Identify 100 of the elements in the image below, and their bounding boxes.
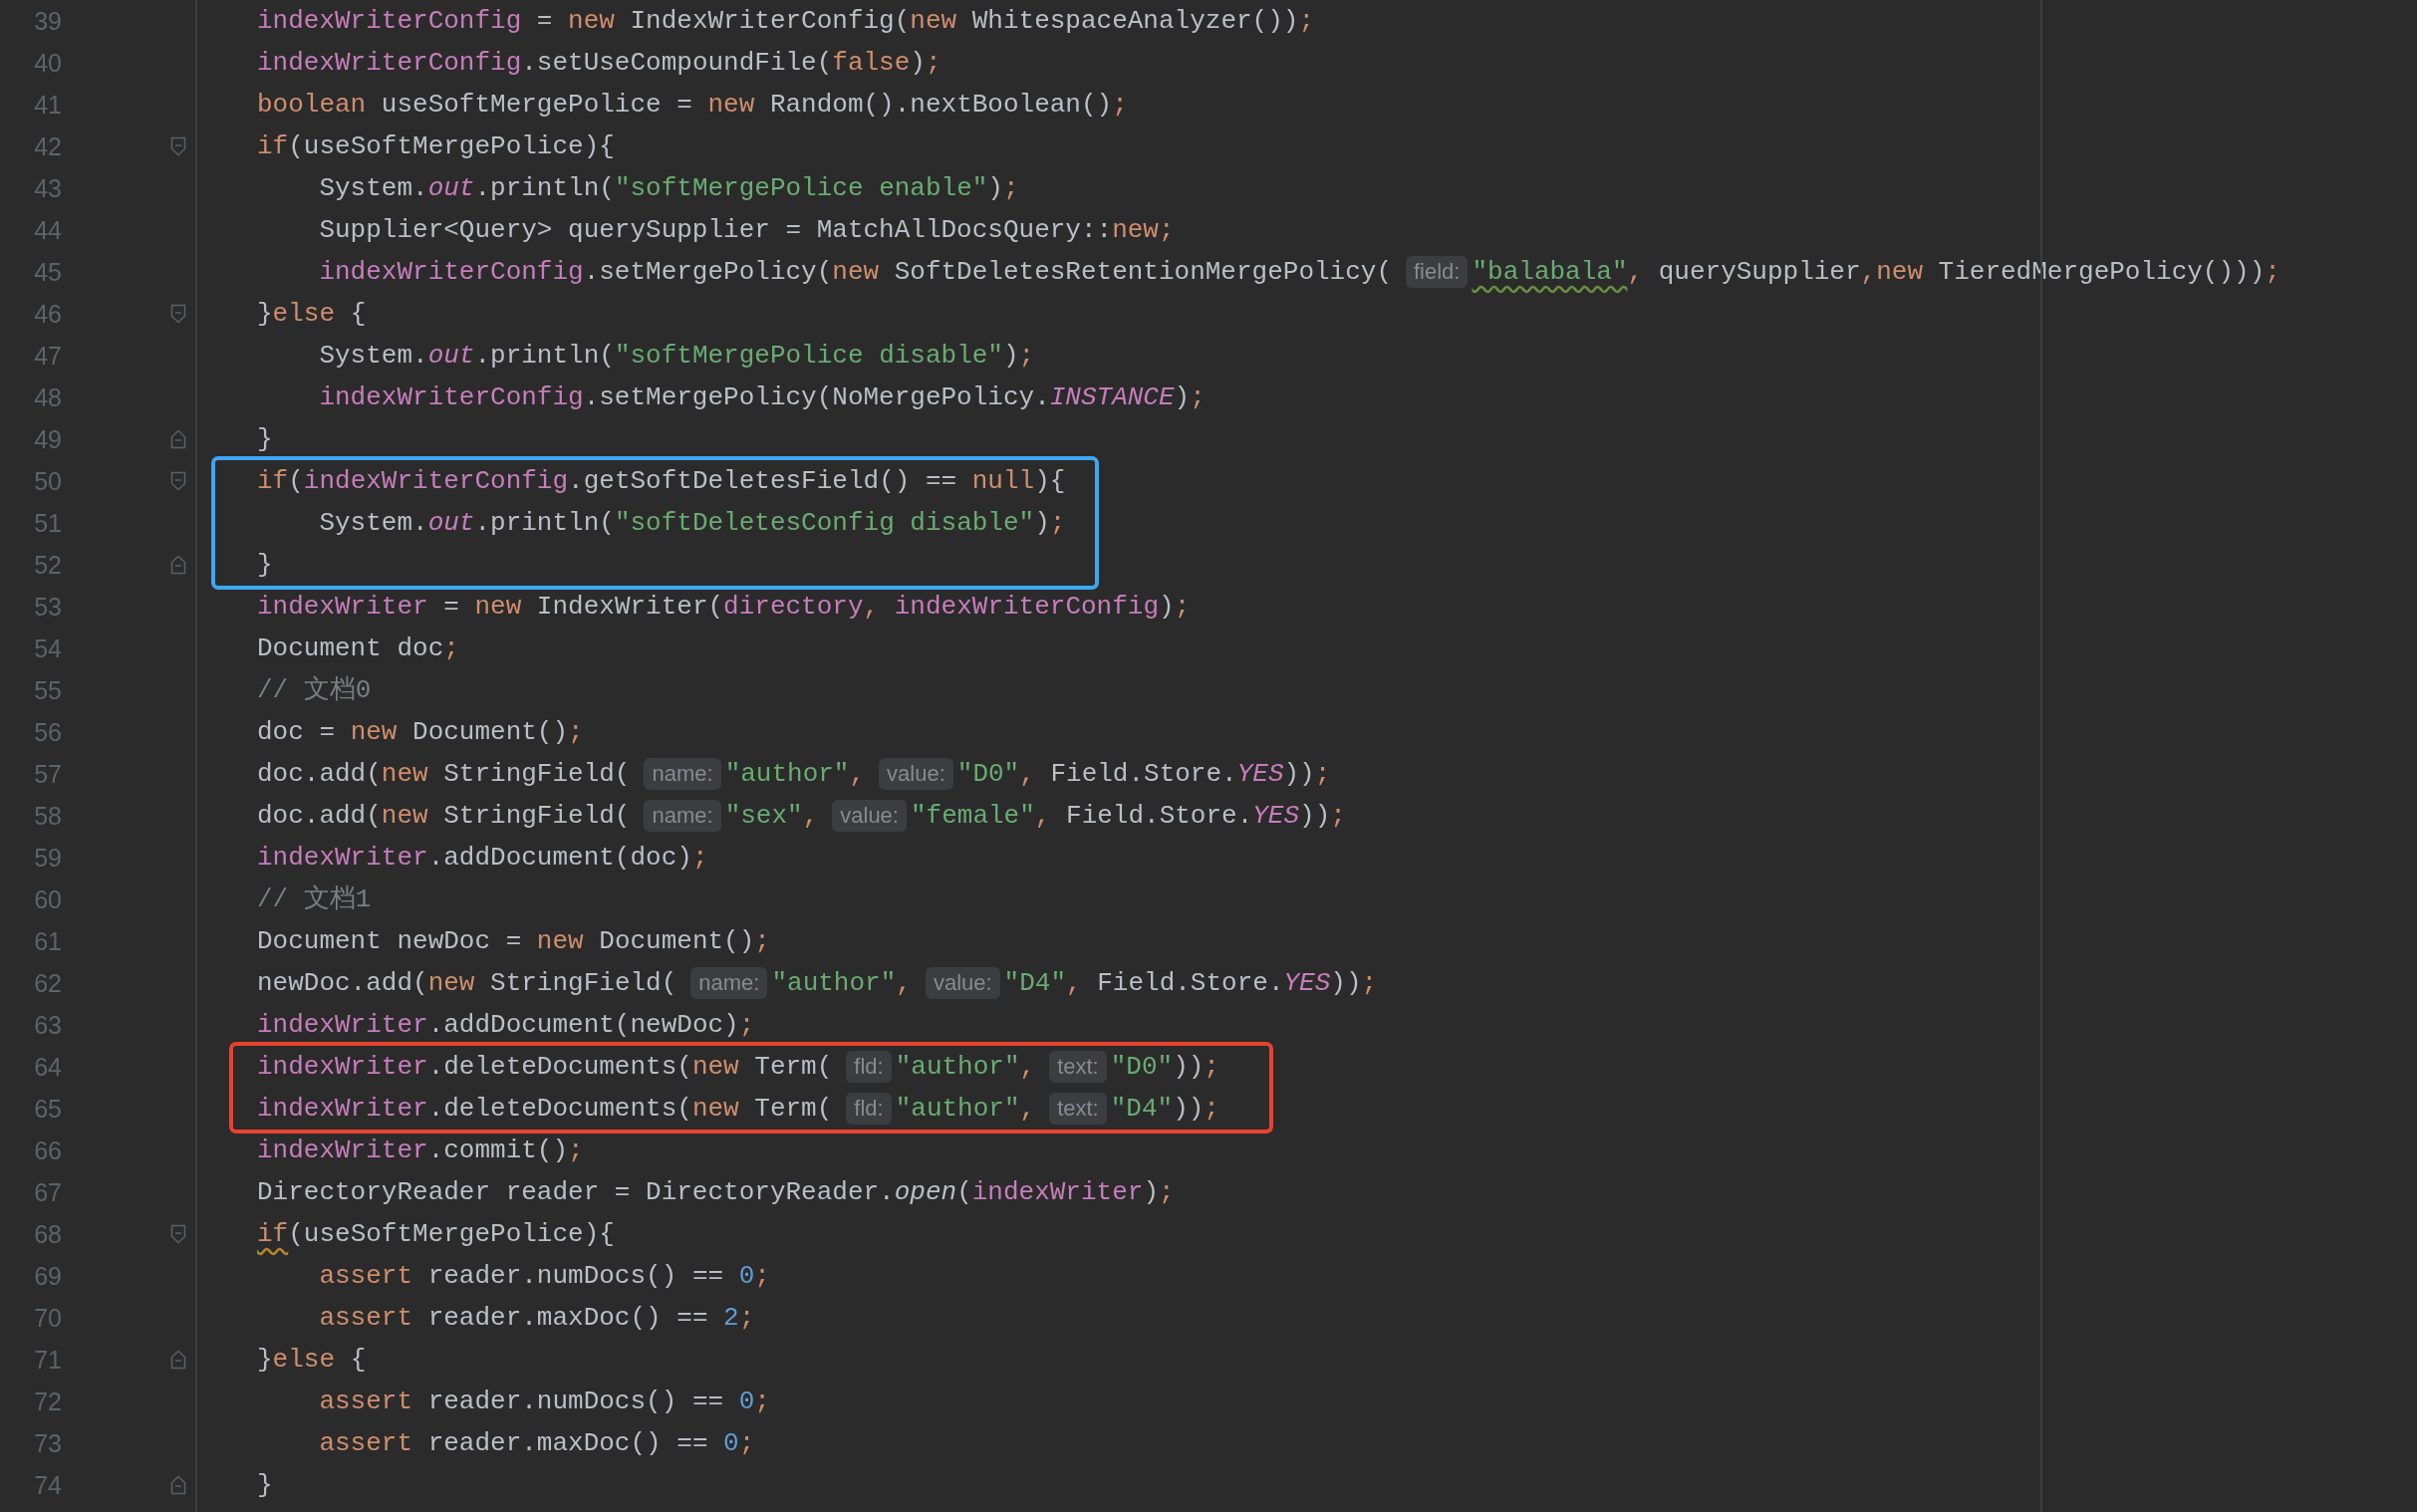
line-number: 53 [33,592,62,622]
line-number: 63 [33,1010,62,1040]
inlay-hint: name: [644,800,721,832]
code-line: }else { [257,1344,367,1377]
code-text: indexWriter.deleteDocuments(new Term( [257,1051,833,1084]
line-number: 73 [33,1428,62,1458]
line-number: 56 [33,717,62,747]
line-number: 70 [33,1303,62,1333]
line-number: 48 [33,382,62,412]
line-number: 69 [33,1261,62,1291]
code-text: "author", [895,1093,1036,1126]
code-line: indexWriterConfig.setUseCompoundFile(false); [257,47,941,80]
code-line: System.out.println("softMergePolice enable"); [318,172,1019,205]
code-line: System.out.println("softDeletesConfig disable"); [318,507,1066,540]
code-line: assert reader.maxDoc() == 2; [318,1302,755,1335]
inlay-hint: text: [1049,1093,1107,1125]
line-number: 55 [33,675,62,705]
code-text: "D0", Field.Store.YES)); [956,758,1331,791]
code-text: "author", [724,758,866,791]
code-line: // 文档1 [257,883,372,916]
line-number: 39 [33,6,62,36]
code-text: indexWriter.deleteDocuments(new Term( [257,1093,833,1126]
code-line: // 文档0 [257,674,372,707]
code-line: System.out.println("softMergePolice disable"); [318,340,1035,373]
code-line: if(indexWriterConfig.getSoftDeletesField() == null){ [257,465,1066,498]
line-number: 54 [33,633,62,663]
line-number: 72 [33,1386,62,1416]
code-line: indexWriterConfig.setMergePolicy(NoMergePolicy.INSTANCE); [318,381,1206,414]
code-line: doc = new Document(); [257,716,584,749]
line-number: 49 [33,424,62,454]
line-number: 41 [33,90,62,120]
code-line: if(useSoftMergePolice){ [257,1218,615,1251]
line-number: 64 [33,1052,62,1082]
inlay-hint: name: [690,967,768,999]
inlay-hint: fld: [846,1093,892,1125]
code-text: "D0")); [1110,1051,1219,1084]
inlay-hint: value: [925,967,1000,999]
code-text: "female", Field.Store.YES)); [911,800,1346,833]
line-number: 74 [33,1470,62,1500]
inlay-hint: field: [1406,256,1469,288]
code-line: boolean useSoftMergePolice = new Random().nextBoolean(); [257,89,1128,122]
fold-marker-icon[interactable] [170,1350,186,1370]
fold-marker-icon[interactable] [170,1224,186,1244]
line-number: 59 [33,843,62,873]
code-line: assert reader.numDocs() == 0; [318,1260,770,1293]
line-number: 58 [33,801,62,831]
line-number: 50 [33,466,62,496]
code-line: indexWriter = new IndexWriter(directory, indexWriterConfig); [257,591,1191,624]
line-number: 44 [33,215,62,245]
inlay-hint: fld: [846,1051,892,1083]
code-line: DirectoryReader reader = DirectoryReader.open(indexWriter); [257,1176,1175,1209]
code-text: "balabala", querySupplier,new TieredMergePolicy())); [1472,256,2281,289]
fold-marker-icon[interactable] [170,1475,186,1495]
code-line: } [257,423,273,456]
code-line: Supplier<Query> querySupplier = MatchAllDocsQuery::new; [318,214,1175,247]
code-line: indexWriterConfig = new IndexWriterConfig(new WhitespaceAnalyzer()); [257,5,1314,38]
code-line: indexWriter.commit(); [257,1134,584,1167]
line-number: 60 [33,884,62,914]
code-text: "D4", Field.Store.YES)); [1003,967,1378,1000]
code-line: indexWriter.addDocument(doc); [257,842,708,875]
line-number: 57 [33,759,62,789]
line-number: 71 [33,1345,62,1375]
fold-marker-icon[interactable] [170,429,186,449]
line-number: 61 [33,926,62,956]
fold-marker-icon[interactable] [170,304,186,324]
line-number: 45 [33,257,62,287]
fold-marker-icon[interactable] [170,136,186,156]
code-line: }else { [257,298,367,331]
inlay-hint: name: [644,758,721,790]
code-text: "D4")); [1110,1093,1219,1126]
code-line: } [257,549,273,582]
line-number: 47 [33,341,62,371]
code-text: doc.add(new StringField( [257,800,631,833]
fold-marker-icon[interactable] [170,555,186,575]
inlay-hint: value: [832,800,907,832]
line-number: 66 [33,1135,62,1165]
line-number: 40 [33,48,62,78]
inlay-hint: text: [1049,1051,1107,1083]
line-number: 62 [33,968,62,998]
code-text: doc.add(new StringField( [257,758,631,791]
code-text: "sex", [724,800,819,833]
code-text: newDoc.add(new StringField( [257,967,677,1000]
line-number: 51 [33,508,62,538]
code-text: "author", [895,1051,1036,1084]
line-number: 42 [33,131,62,161]
code-line: indexWriter.addDocument(newDoc); [257,1009,755,1042]
line-number: 43 [33,173,62,203]
code-line: assert reader.numDocs() == 0; [318,1386,770,1418]
code-text: "author", [771,967,912,1000]
code-text: indexWriterConfig.setMergePolicy(new SoftDeletesRetentionMergePolicy( [318,256,1392,289]
fold-marker-icon[interactable] [170,471,186,491]
line-number: 67 [33,1177,62,1207]
line-number: 68 [33,1219,62,1249]
code-line: Document newDoc = new Document(); [257,925,770,958]
code-line: assert reader.maxDoc() == 0; [318,1427,755,1460]
inlay-hint: value: [879,758,953,790]
line-number: 52 [33,550,62,580]
code-line: Document doc; [257,632,459,665]
line-number: 46 [33,299,62,329]
code-line: if(useSoftMergePolice){ [257,130,615,163]
